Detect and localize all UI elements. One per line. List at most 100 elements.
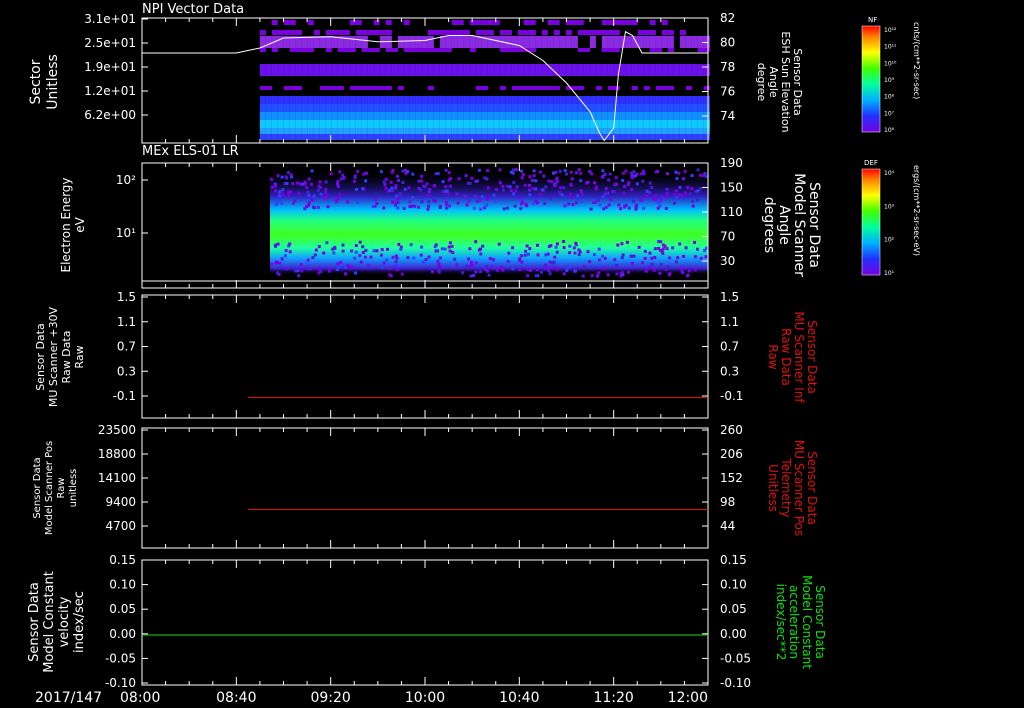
npi-heat-cell xyxy=(523,36,530,48)
npi-heat-cell xyxy=(439,134,446,140)
els-heat-cell xyxy=(524,202,528,206)
npi-heat-cell xyxy=(283,128,290,134)
npi-heat-cell xyxy=(547,128,554,134)
els-heat-cell xyxy=(395,268,399,271)
els-heat-cell xyxy=(691,199,695,203)
els-heat-cell xyxy=(382,206,386,210)
npi-heat-cell xyxy=(457,96,464,104)
npi-heat-cell xyxy=(319,120,326,128)
npi-heat-cell xyxy=(439,36,446,48)
npi-heat-cell xyxy=(331,128,338,134)
npi-heat-cell xyxy=(259,30,266,35)
npi-heat-cell xyxy=(439,48,446,52)
npi-heat-cell xyxy=(529,128,536,134)
npi-heat-cell xyxy=(415,134,422,140)
npi-heat-cell xyxy=(667,30,674,35)
els-heat-cell xyxy=(306,190,310,194)
els-heat-cell xyxy=(307,194,311,197)
els-heat-cell xyxy=(526,274,530,277)
npi-heat-cell xyxy=(577,64,584,76)
right-tick-label: 110 xyxy=(720,205,743,219)
els-heat-cell xyxy=(355,187,358,191)
npi-heat-cell xyxy=(373,30,380,35)
npi-heat-cell xyxy=(589,134,596,140)
npi-heat-cell xyxy=(679,128,686,134)
els-heat-cell xyxy=(534,274,538,278)
npi-heat-cell xyxy=(607,36,614,48)
els-heat-cell xyxy=(691,204,695,208)
x-axis-tick-labels: 08:00 08:40 09:20 10:00 10:40 11:20 12:00 xyxy=(120,690,708,706)
npi-heat-cell xyxy=(379,112,386,120)
npi-heat-cell xyxy=(637,128,644,134)
els-heat-cell xyxy=(704,255,708,259)
npi-heat-cell xyxy=(517,30,524,35)
els-heat-cell xyxy=(278,194,282,198)
npi-heat-cell xyxy=(685,64,692,76)
npi-heat-cell xyxy=(643,128,650,134)
els-heat-cell xyxy=(627,270,630,274)
els-heat-cell xyxy=(664,207,668,210)
right-tick-label: 0.05 xyxy=(720,602,747,616)
npi-heat-cell xyxy=(289,48,296,52)
els-heat-cell xyxy=(317,267,321,271)
els-heat-cell xyxy=(313,206,316,210)
els-heat-cell xyxy=(579,199,583,203)
npi-heat-cell xyxy=(685,128,692,134)
els-heat-cell xyxy=(339,260,343,264)
npi-heat-cell xyxy=(391,64,398,76)
els-heat-cell xyxy=(445,203,448,207)
npi-heat-cell xyxy=(685,104,692,112)
npi-heat-cell xyxy=(307,128,314,134)
npi-heat-cell xyxy=(565,120,572,128)
npi-heat-cell xyxy=(583,112,590,120)
npi-heat-cell xyxy=(505,112,512,120)
els-heat-cell xyxy=(643,256,647,260)
npi-heat-cell xyxy=(583,134,590,140)
npi-heat-cell xyxy=(565,64,572,76)
npi-heat-cell xyxy=(331,104,338,112)
npi-heat-cell xyxy=(529,64,536,76)
els-heat-cell xyxy=(307,201,311,205)
colorbar-tick-label: 10⁹ xyxy=(884,77,895,84)
npi-heat-cell xyxy=(661,104,668,112)
npi-heat-cell xyxy=(571,104,578,112)
npi-heat-cell xyxy=(685,112,692,120)
els-heat-cell xyxy=(498,168,502,172)
npi-heat-cell xyxy=(631,120,638,128)
els-heat-cell xyxy=(615,182,618,186)
els-heat-cell xyxy=(411,172,415,176)
npi-heat-cell xyxy=(517,112,524,120)
npi-heat-cell xyxy=(307,120,314,128)
npi-heat-cell xyxy=(637,134,644,140)
npi-heat-cell xyxy=(667,112,674,120)
npi-heat-cell xyxy=(367,128,374,134)
els-heat-cell xyxy=(422,260,426,264)
els-heat-cell xyxy=(629,254,633,258)
x-axis-date: 2017/147 xyxy=(35,690,102,706)
els-heat-cell xyxy=(506,259,510,263)
npi-heat-cell xyxy=(601,64,608,76)
colorbar-tick-label: 10¹ xyxy=(884,270,895,277)
right-tick-label: 44 xyxy=(720,519,735,533)
npi-heat-cell xyxy=(373,64,380,76)
npi-heat-cell xyxy=(343,112,350,120)
right-tick-label: 74 xyxy=(720,109,735,123)
npi-heat-cell xyxy=(511,36,518,48)
npi-heat-cell xyxy=(397,36,404,48)
els-heat-cell xyxy=(586,180,590,184)
els-heat-cell xyxy=(623,205,626,209)
npi-heat-cell xyxy=(451,134,458,140)
y-tick-label: 0.10 xyxy=(109,578,136,592)
npi-heat-cell xyxy=(337,112,344,120)
npi-heat-cell xyxy=(289,134,296,140)
els-heat-cell xyxy=(543,267,547,271)
npi-heat-cell xyxy=(433,96,440,104)
npi-heat-cell xyxy=(655,120,662,128)
npi-heat-cell xyxy=(451,112,458,120)
npi-heat-cell xyxy=(607,30,614,35)
npi-heat-cell xyxy=(367,112,374,120)
els-heat-cell xyxy=(676,256,680,260)
els-heat-cell xyxy=(620,242,624,246)
npi-heat-cell xyxy=(589,64,596,76)
npi-heat-cell xyxy=(343,120,350,128)
